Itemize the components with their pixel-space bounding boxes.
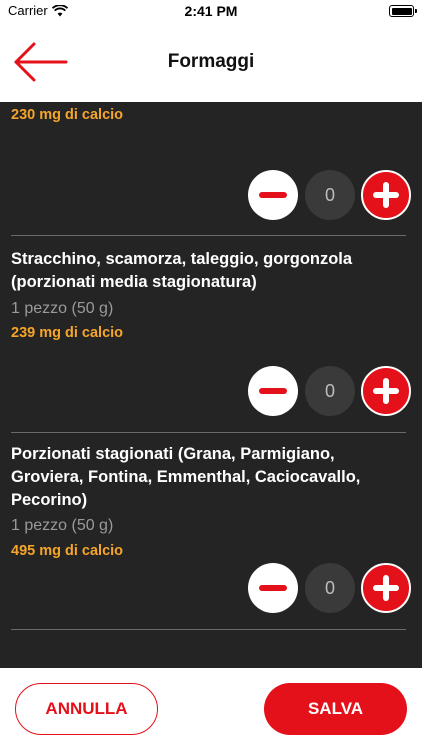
footer-actions: ANNULLA SALVA [0, 668, 422, 750]
page-title: Formaggi [167, 51, 255, 72]
item-name: Porzionati stagionati (Grana, Parmigiano… [11, 445, 361, 509]
quantity-value: 0 [305, 563, 355, 613]
calcium-amount: 239 mg di calcio [11, 325, 124, 341]
calcium-amount: 230 mg di calcio [11, 107, 124, 123]
divider [11, 629, 406, 630]
decrement-button[interactable] [248, 170, 298, 220]
portion-size: 1 pezzo (50 g) [11, 300, 114, 317]
increment-button[interactable] [361, 563, 411, 613]
calcium-amount: 495 mg di calcio [11, 543, 124, 559]
status-time: 2:41 PM [184, 3, 238, 19]
quantity-value: 0 [305, 366, 355, 416]
list-item: 230 mg di calcio 0 [0, 102, 422, 236]
battery-icon [389, 5, 417, 17]
save-button[interactable]: SALVA [264, 683, 407, 735]
decrement-button[interactable] [248, 366, 298, 416]
quantity-stepper: 0 [248, 170, 411, 220]
portion-size: 1 pezzo (50 g) [11, 517, 114, 534]
decrement-button[interactable] [248, 563, 298, 613]
cancel-button[interactable]: ANNULLA [15, 683, 158, 735]
increment-button[interactable] [361, 366, 411, 416]
list-item: Stracchino, scamorza, taleggio, gorgonzo… [0, 236, 422, 433]
navigation-bar: Formaggi [0, 22, 422, 102]
quantity-value: 0 [305, 170, 355, 220]
quantity-stepper: 0 [248, 366, 411, 416]
list-item: Porzionati stagionati (Grana, Parmigiano… [0, 433, 422, 630]
increment-button[interactable] [361, 170, 411, 220]
food-list[interactable]: 230 mg di calcio 0 Stracchino, scamorza,… [0, 102, 422, 668]
quantity-stepper: 0 [248, 563, 411, 613]
status-bar: Carrier 2:41 PM [0, 0, 422, 22]
item-name: Stracchino, scamorza, taleggio, gorgonzo… [11, 250, 353, 291]
